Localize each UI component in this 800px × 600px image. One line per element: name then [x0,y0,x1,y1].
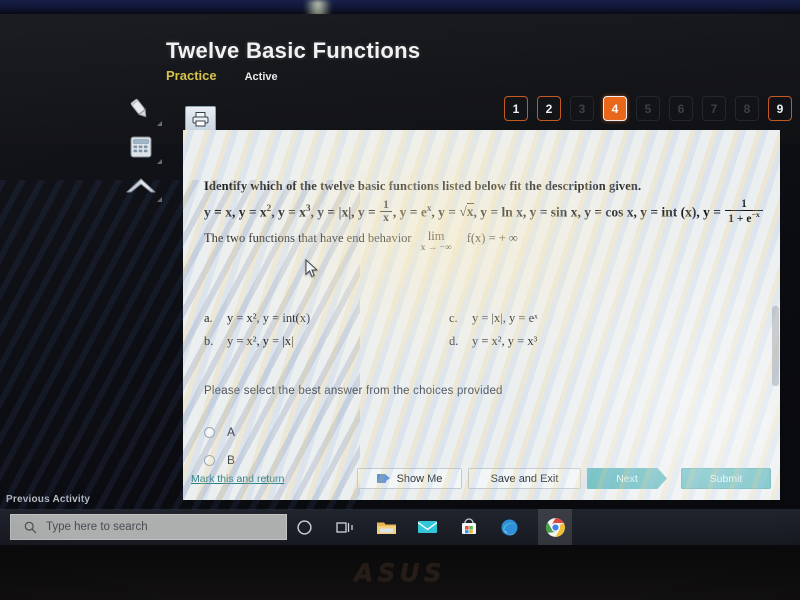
choice-d-letter: d. [449,334,459,348]
tool-corner-indicator [157,197,162,202]
tool-corner-indicator [157,159,162,164]
submit-label: Submit [709,472,743,485]
function-list: y = x, y = x2, y = x3, y = |x|, y = 1x ,… [204,198,764,225]
choice-b-text: y = x², y = |x| [227,334,294,348]
choice-a-text: y = x², y = int(x) [227,311,311,325]
microsoft-store-icon[interactable] [456,512,481,542]
formula-icon [126,178,156,193]
question-nav-item-6[interactable]: 6 [669,96,693,121]
task-view-icon[interactable] [333,512,358,542]
choice-c-letter: c. [449,311,458,325]
print-button[interactable] [185,106,216,132]
save-and-exit-label: Save and Exit [490,472,559,485]
page-scrollbar-thumb[interactable] [772,306,779,386]
question-stem: Identify which of the twelve basic funct… [204,179,642,193]
save-and-exit-button[interactable]: Save and Exit [468,468,581,489]
limit-subscript: x → −∞ [420,242,452,253]
mail-icon[interactable] [415,512,440,542]
file-explorer-icon[interactable] [374,512,399,542]
choice-c-text: y = |x|, y = eˣ [472,311,538,325]
calculator-tool-button[interactable] [118,128,164,166]
choice-d-text: y = x², y = x³ [472,334,538,348]
windows-taskbar: Type here to search [0,509,800,545]
taskbar-search-input[interactable]: Type here to search [10,514,287,540]
choice-a-letter: a. [204,311,213,325]
next-button[interactable]: Next [587,468,667,489]
previous-activity-label[interactable]: Previous Activity [6,494,90,505]
end-behavior-statement: The two functions that have end behavior… [204,230,518,253]
choice-row: b. y = x², y = |x| d. y = x², y = x³ [204,334,634,349]
laptop-photo: Twelve Basic Functions Practice Active 1… [0,0,800,600]
end-behavior-prefix: The two functions that have end behavior [204,231,412,245]
printer-icon [192,112,209,127]
answer-radio-group[interactable]: A B [204,425,235,467]
question-page: Identify which of the twelve basic funct… [183,130,780,500]
question-navigator[interactable]: 1 2 3 4 5 6 7 8 9 [504,96,792,121]
fraction-logistic: 11 + e−x [725,198,763,225]
highlighter-tool-button[interactable] [118,90,164,128]
choice-b-letter: b. [204,334,214,348]
choice-b[interactable]: b. y = x², y = |x| [204,334,449,349]
page-title: Twelve Basic Functions [166,38,421,63]
search-icon [24,521,37,533]
show-me-label: Show Me [396,472,443,485]
show-me-button[interactable]: Show Me [357,468,462,489]
limit-operator: lim [427,229,445,243]
taskbar-icons [286,509,572,545]
question-nav-item-4[interactable]: 4 [603,96,627,121]
question-nav-item-7[interactable]: 7 [702,96,726,121]
answer-choices: a. y = x², y = int(x) c. y = |x|, y = eˣ… [204,311,634,357]
next-label: Next [616,472,638,485]
radio-circle-icon[interactable] [204,426,215,438]
question-nav-item-8[interactable]: 8 [735,96,759,121]
tool-corner-indicator [157,121,162,126]
question-nav-item-9[interactable]: 9 [768,96,792,121]
asus-brand-logo: ASUS [354,558,446,587]
app-header: Twelve Basic Functions Practice Active 1… [0,14,800,202]
calculator-icon [130,136,152,158]
subtitle-row: Practice Active [166,68,278,83]
radio-option-a[interactable]: A [204,425,235,439]
radio-label-a: A [227,425,236,439]
mouse-cursor [305,259,319,278]
search-placeholder-text: Type here to search [46,521,148,533]
question-nav-item-1[interactable]: 1 [504,96,528,121]
mark-this-and-return-link[interactable]: Mark this and return [191,473,284,485]
fraction-one-over-x: 1x [380,199,392,224]
cortana-icon[interactable] [292,512,317,542]
choice-d[interactable]: d. y = x², y = x³ [449,334,537,349]
question-nav-item-2[interactable]: 2 [537,96,561,121]
formula-tool-button[interactable] [118,166,164,204]
practice-label: Practice [166,68,217,83]
active-label: Active [244,71,278,83]
limit-expression: lim x → −∞ [421,230,452,253]
question-nav-item-3[interactable]: 3 [570,96,594,121]
chrome-icon[interactable] [538,509,572,545]
choice-a[interactable]: a. y = x², y = int(x) [204,311,449,326]
answer-prompt: Please select the best answer from the c… [204,385,503,397]
laptop-top-bezel [0,0,800,14]
action-bar: Mark this and return Show Me Save and Ex… [183,464,780,500]
choice-row: a. y = x², y = int(x) c. y = |x|, y = eˣ [204,311,634,326]
video-camera-icon [376,474,390,483]
browser-screen: Twelve Basic Functions Practice Active 1… [0,14,800,545]
choice-c[interactable]: c. y = |x|, y = eˣ [449,311,538,326]
tool-rail [118,90,164,204]
edge-icon[interactable] [497,512,522,542]
submit-button[interactable]: Submit [681,468,771,489]
question-nav-item-5[interactable]: 5 [636,96,660,121]
limit-result: f(x) = + ∞ [466,231,518,245]
highlighter-icon [130,98,147,118]
